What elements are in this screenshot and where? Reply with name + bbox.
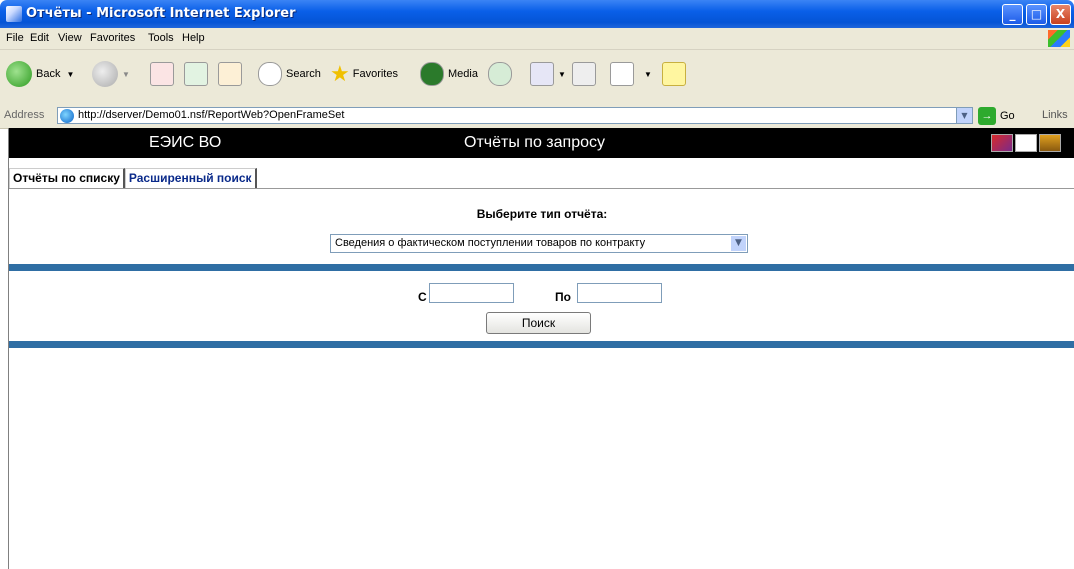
tab-reports-list[interactable]: Отчёты по списку xyxy=(9,168,125,188)
search-button-toolbar[interactable]: Search xyxy=(258,58,321,90)
report-panel: Выберите тип отчёта: Сведения о фактичес… xyxy=(9,188,1074,268)
title-bar[interactable]: Отчёты - Microsoft Internet Explorer _ □… xyxy=(0,0,1074,28)
back-arrow-icon xyxy=(6,61,32,87)
go-label: Go xyxy=(1000,110,1015,122)
mail-button[interactable]: ▼ xyxy=(530,58,566,90)
edit-word-button[interactable]: ▼ xyxy=(610,58,652,90)
close-button[interactable]: X xyxy=(1050,4,1071,25)
mail-dropdown-icon[interactable]: ▼ xyxy=(558,70,566,79)
word-icon xyxy=(610,62,634,86)
favorites-button[interactable]: ★ Favorites xyxy=(330,58,398,90)
from-date-input[interactable] xyxy=(429,283,514,303)
search-button[interactable]: Поиск xyxy=(486,312,591,334)
menu-view[interactable]: View xyxy=(58,32,82,44)
back-button[interactable]: Back ▼ xyxy=(6,58,74,90)
to-date-label: По xyxy=(555,290,571,304)
divider-bottom xyxy=(9,341,1074,348)
to-date-input[interactable] xyxy=(577,283,662,303)
report-type-select[interactable]: Сведения о фактическом поступлении товар… xyxy=(330,234,748,253)
favorites-label: Favorites xyxy=(352,68,398,80)
document-icon[interactable] xyxy=(1015,134,1037,152)
page-title: Отчёты по запросу xyxy=(464,134,605,151)
address-bar: Address http://dserver/Demo01.nsf/Report… xyxy=(0,104,1074,129)
tab-advanced-search[interactable]: Расширенный поиск xyxy=(124,168,257,188)
search-label: Search xyxy=(286,68,321,80)
from-date-label: С xyxy=(418,290,427,304)
history-button[interactable] xyxy=(488,58,516,90)
refresh-icon xyxy=(184,62,208,86)
menu-bar: File Edit View Favorites Tools Help xyxy=(0,28,1074,50)
header-icons xyxy=(991,134,1061,152)
links-button[interactable]: Links xyxy=(1042,109,1068,121)
mail-icon xyxy=(530,62,554,86)
window-title: Отчёты - Microsoft Internet Explorer xyxy=(26,6,296,21)
chevron-down-icon[interactable]: ▼ xyxy=(731,236,746,251)
search-icon xyxy=(258,62,282,86)
ie-page-icon xyxy=(60,109,74,123)
windows-flag-icon xyxy=(1048,30,1070,47)
report-type-label: Выберите тип отчёта: xyxy=(476,207,608,221)
app-name: ЕЭИС ВО xyxy=(149,134,222,151)
refresh-button[interactable] xyxy=(184,58,212,90)
home-button[interactable] xyxy=(218,58,246,90)
media-label: Media xyxy=(448,68,478,80)
toolbar: Back ▼ ▼ Search ★ Favorites Media ▼ ▼ xyxy=(0,50,1074,105)
address-dropdown-icon[interactable]: ▼ xyxy=(956,108,972,123)
go-arrow-icon: → xyxy=(978,107,996,125)
address-input[interactable]: http://dserver/Demo01.nsf/ReportWeb?Open… xyxy=(57,107,973,124)
menu-favorites[interactable]: Favorites xyxy=(90,32,135,44)
print-icon xyxy=(572,62,596,86)
tab-bar: Отчёты по списку Расширенный поиск xyxy=(9,168,257,188)
stop-button[interactable] xyxy=(150,58,178,90)
stop-icon xyxy=(150,62,174,86)
forward-arrow-icon xyxy=(92,61,118,87)
home-icon xyxy=(218,62,242,86)
minimize-button[interactable]: _ xyxy=(1002,4,1023,25)
app-header: ЕЭИС ВО Отчёты по запросу xyxy=(9,128,1074,158)
media-icon xyxy=(420,62,444,86)
star-icon: ★ xyxy=(330,61,350,86)
divider-top xyxy=(9,264,1074,271)
date-range: С По xyxy=(9,283,1074,307)
menu-file[interactable]: File xyxy=(6,32,24,44)
address-url: http://dserver/Demo01.nsf/ReportWeb?Open… xyxy=(78,109,345,121)
page-content: ЕЭИС ВО Отчёты по запросу Отчёты по спис… xyxy=(8,128,1074,569)
go-button[interactable]: → Go xyxy=(978,107,1015,125)
ie-page-icon xyxy=(6,6,22,22)
book-icon[interactable] xyxy=(991,134,1013,152)
edit-dropdown-icon[interactable]: ▼ xyxy=(644,70,652,79)
back-dropdown-icon[interactable]: ▼ xyxy=(66,70,74,79)
history-icon xyxy=(488,62,512,86)
maximize-button[interactable]: □ xyxy=(1026,4,1047,25)
note-icon xyxy=(662,62,686,86)
menu-edit[interactable]: Edit xyxy=(30,32,49,44)
exit-icon[interactable] xyxy=(1039,134,1061,152)
forward-dropdown-icon[interactable]: ▼ xyxy=(122,70,130,79)
forward-button[interactable]: ▼ xyxy=(92,58,130,90)
media-button[interactable]: Media xyxy=(420,58,478,90)
address-label: Address xyxy=(4,109,45,121)
menu-help[interactable]: Help xyxy=(182,32,205,44)
menu-tools[interactable]: Tools xyxy=(148,32,174,44)
report-type-value: Сведения о фактическом поступлении товар… xyxy=(335,237,646,249)
print-button[interactable] xyxy=(572,58,600,90)
discuss-button[interactable] xyxy=(662,58,690,90)
back-label: Back xyxy=(36,68,61,80)
